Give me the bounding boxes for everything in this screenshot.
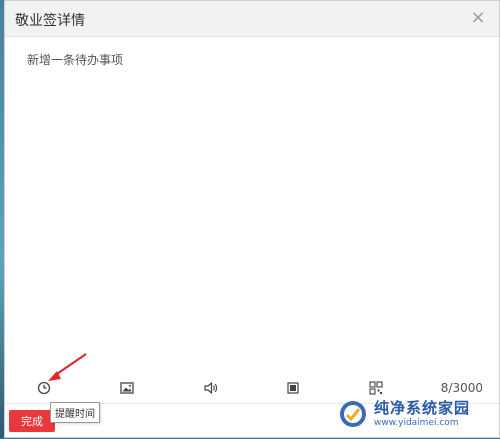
done-button[interactable]: 完成 [9,410,55,432]
annotation-arrow-icon [48,353,87,381]
watermark-url: www.yidaimei.com [374,417,459,428]
close-icon[interactable]: × [469,9,487,27]
watermark-title: 纯净系统家园 [374,398,471,417]
note-editor[interactable]: 新增一条待办事项 [5,37,499,367]
dialog-title-bar: 敬业签详情 × [5,1,499,37]
watermark-badge-icon [340,401,366,427]
stop-icon[interactable] [284,379,302,397]
reminder-tooltip: 提醒时间 [50,402,100,423]
character-counter: 8/3000 [440,381,483,395]
watermark-logo: 纯净系统家园 www.yidaimei.com [338,394,494,434]
note-content[interactable]: 新增一条待办事项 [27,51,123,68]
speaker-icon[interactable] [202,379,220,397]
dialog-title: 敬业签详情 [15,13,85,29]
watermark-text: 纯净系统家园 www.yidaimei.com [374,398,471,428]
image-icon[interactable] [118,379,136,397]
